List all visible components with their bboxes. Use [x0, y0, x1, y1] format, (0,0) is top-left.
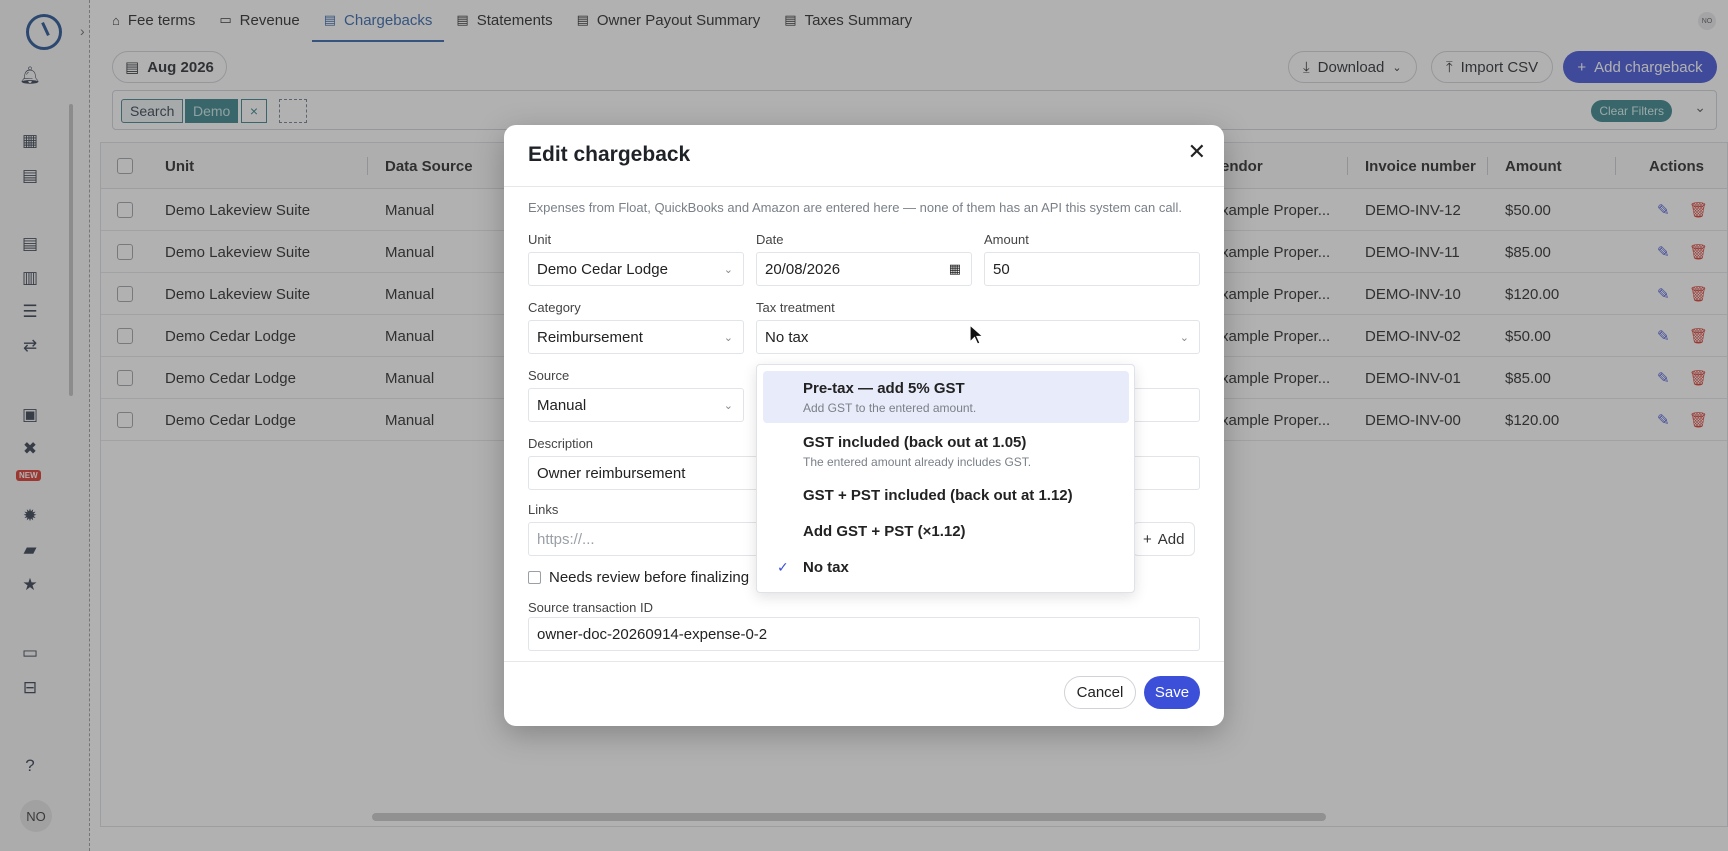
mouse-cursor-icon: [969, 324, 985, 345]
amount-field[interactable]: 50: [984, 252, 1200, 286]
needs-review-label: Needs review before finalizing: [549, 569, 750, 586]
chevron-down-icon: ⌄: [723, 399, 733, 412]
amount-label: Amount: [984, 232, 1029, 247]
tax-treatment-value: No tax: [765, 328, 809, 346]
category-select[interactable]: Reimbursement ⌄: [528, 320, 744, 354]
date-field[interactable]: 20/08/2026 ▦: [756, 252, 972, 286]
source-transaction-value: owner-doc-20260914-expense-0-2: [537, 625, 768, 643]
add-link-button[interactable]: + Add: [1132, 522, 1196, 556]
tax-treatment-label: Tax treatment: [756, 300, 835, 315]
date-label: Date: [756, 232, 784, 247]
option-title: No tax: [803, 559, 849, 576]
source-transaction-field[interactable]: owner-doc-20260914-expense-0-2: [528, 617, 1200, 651]
tax-treatment-dropdown: Pre-tax — add 5% GST Add GST to the ente…: [756, 364, 1135, 593]
modal-footer: Cancel Save: [504, 661, 1224, 726]
tax-option-gst-included[interactable]: GST included (back out at 1.05) The ente…: [763, 425, 1129, 477]
needs-review-checkbox[interactable]: [528, 571, 541, 584]
check-icon: ✓: [777, 559, 789, 575]
plus-icon: +: [1143, 530, 1152, 548]
option-title: GST included (back out at 1.05): [803, 434, 1027, 451]
chevron-down-icon: ⌄: [723, 331, 733, 344]
option-description: Add GST to the entered amount.: [803, 401, 977, 415]
description-value: Owner reimbursement: [537, 464, 686, 482]
cancel-button[interactable]: Cancel: [1064, 676, 1136, 709]
add-link-label: Add: [1157, 530, 1185, 548]
source-select[interactable]: Manual ⌄: [528, 388, 744, 422]
category-value: Reimbursement: [537, 328, 643, 346]
calendar-icon[interactable]: ▦: [949, 261, 961, 277]
description-label: Description: [528, 436, 594, 451]
option-title: Pre-tax — add 5% GST: [803, 380, 965, 397]
tax-option-gst-pst-included[interactable]: GST + PST included (back out at 1.12): [763, 479, 1129, 513]
chevron-down-icon: ⌄: [1179, 331, 1189, 344]
needs-review-row[interactable]: Needs review before finalizing: [528, 569, 749, 586]
links-label: Links: [528, 502, 559, 517]
option-description: The entered amount already includes GST.: [803, 455, 1032, 469]
tax-option-pre-tax[interactable]: Pre-tax — add 5% GST Add GST to the ente…: [763, 371, 1129, 423]
modal-title: Edit chargeback: [528, 143, 691, 166]
source-label: Source: [528, 368, 570, 383]
tax-option-add-gst-pst[interactable]: Add GST + PST (×1.12): [763, 515, 1129, 549]
unit-label: Unit: [528, 232, 552, 247]
amount-value: 50: [993, 260, 1010, 278]
source-transaction-label: Source transaction ID: [528, 600, 654, 615]
date-value: 20/08/2026: [765, 260, 841, 278]
tax-option-no-tax[interactable]: ✓ No tax: [763, 551, 1129, 585]
close-icon[interactable]: ✕: [1188, 139, 1206, 165]
option-title: GST + PST included (back out at 1.12): [803, 487, 1073, 504]
links-placeholder: https://...: [537, 530, 595, 548]
helper-text: Expenses from Float, QuickBooks and Amaz…: [528, 200, 1182, 215]
category-label: Category: [528, 300, 581, 315]
save-button[interactable]: Save: [1144, 676, 1200, 709]
source-value: Manual: [537, 396, 587, 414]
unit-value: Demo Cedar Lodge: [537, 260, 668, 278]
modal-header: Edit chargeback ✕: [504, 125, 1224, 187]
chevron-down-icon: ⌄: [723, 263, 733, 276]
option-title: Add GST + PST (×1.12): [803, 523, 966, 540]
unit-select[interactable]: Demo Cedar Lodge ⌄: [528, 252, 744, 286]
